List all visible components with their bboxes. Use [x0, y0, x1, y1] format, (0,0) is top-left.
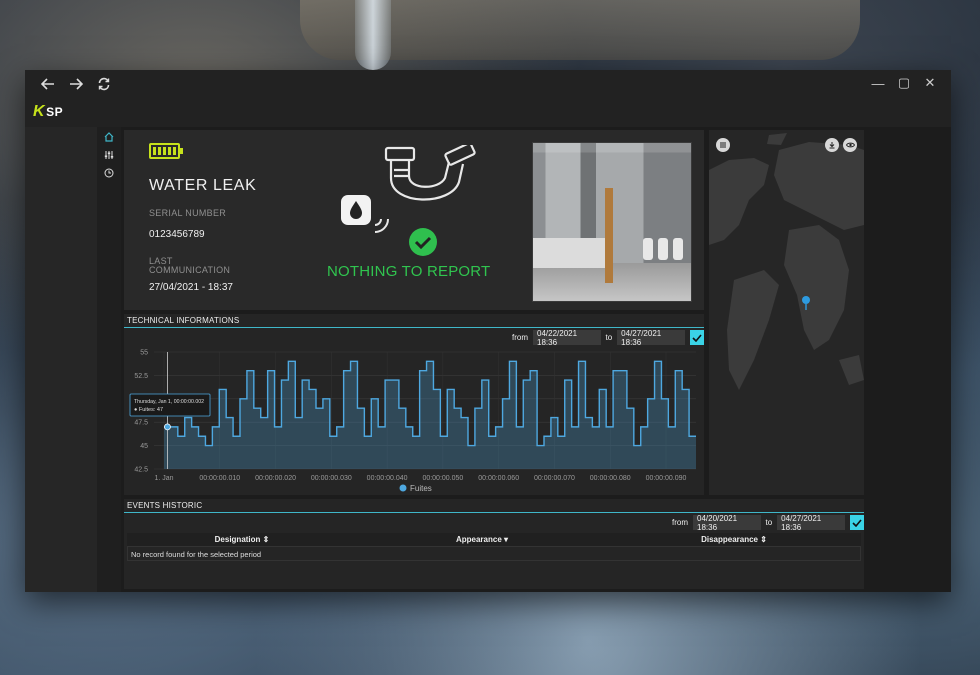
- events-to-label: to: [765, 518, 773, 527]
- leak-chart[interactable]: 42.54547.55052.5551. Jan00:00:00.01000:0…: [124, 348, 704, 495]
- site-photo: [532, 142, 692, 302]
- download-icon: [829, 142, 835, 149]
- x-tick-label: 00:00:00.030: [311, 475, 352, 482]
- logo-text: SP: [46, 105, 64, 119]
- x-tick-label: 00:00:00.080: [590, 475, 631, 482]
- close-button[interactable]: ✕: [921, 74, 939, 92]
- eye-icon: [845, 142, 855, 148]
- menu-icon: [720, 142, 726, 148]
- map-view-button[interactable]: [843, 138, 857, 152]
- events-apply-button[interactable]: [849, 515, 864, 530]
- arrow-right-icon: [70, 78, 83, 90]
- technical-apply-button[interactable]: [689, 330, 704, 345]
- refresh-icon: [98, 77, 110, 91]
- battery-icon: [149, 143, 183, 159]
- y-tick-label: 47.5: [134, 420, 148, 427]
- technical-from-label: from: [512, 333, 528, 342]
- y-tick-label: 42.5: [134, 467, 148, 474]
- x-tick-label: 00:00:00.060: [478, 475, 519, 482]
- logo-k: K: [33, 103, 46, 120]
- pipe-icon: [384, 145, 476, 201]
- minimize-button[interactable]: —: [869, 74, 887, 92]
- back-button[interactable]: [37, 73, 59, 95]
- x-tick-label: 00:00:00.020: [255, 475, 296, 482]
- serial-label: SERIAL NUMBER: [149, 208, 227, 218]
- sliders-icon: [104, 151, 114, 159]
- check-icon: [852, 518, 862, 527]
- map-download-button[interactable]: [825, 138, 839, 152]
- serial-value: 0123456789: [149, 229, 205, 240]
- device-title: WATER LEAK: [149, 177, 257, 194]
- events-from-input[interactable]: 04/20/2021 18:36: [693, 514, 761, 532]
- refresh-button[interactable]: [93, 73, 115, 95]
- column-disappearance[interactable]: Disappearance ⇕: [607, 533, 861, 546]
- location-pin-icon[interactable]: [801, 295, 811, 311]
- technical-panel: TECHNICAL INFORMATIONS from 04/22/2021 1…: [124, 314, 704, 495]
- events-from-label: from: [672, 518, 688, 527]
- sidebar-item-history[interactable]: [97, 165, 121, 181]
- events-to-input[interactable]: 04/27/2021 18:36: [777, 514, 845, 532]
- events-table: Designation ⇕ Appearance ▾ Disappearance…: [127, 533, 861, 561]
- map-menu-button[interactable]: [716, 138, 730, 152]
- title-bar: — ▢ ✕: [25, 70, 951, 98]
- tooltip-value: ● Fuites: 47: [134, 407, 163, 413]
- events-panel: EVENTS HISTORIC from 04/20/2021 18:36 to…: [124, 499, 864, 589]
- events-heading: EVENTS HISTORIC: [124, 499, 864, 513]
- y-tick-label: 55: [140, 350, 148, 357]
- y-tick-label: 45: [140, 443, 148, 450]
- x-tick-label: 1. Jan: [154, 475, 173, 482]
- drop-sensor-icon: [341, 195, 371, 225]
- column-designation[interactable]: Designation ⇕: [127, 533, 357, 546]
- status-text: NOTHING TO REPORT: [327, 263, 491, 280]
- technical-heading: TECHNICAL INFORMATIONS: [124, 314, 704, 328]
- x-tick-label: 00:00:00.050: [422, 475, 463, 482]
- wireless-waves-icon: [374, 218, 389, 233]
- technical-to-label: to: [605, 333, 613, 342]
- forward-button[interactable]: [65, 73, 87, 95]
- pipe-sensor-graphic: [341, 145, 476, 256]
- y-tick-label: 52.5: [134, 373, 148, 380]
- last-comm-label-2: COMMUNICATION: [149, 265, 231, 275]
- events-table-header: Designation ⇕ Appearance ▾ Disappearance…: [127, 533, 861, 546]
- arrow-left-icon: [41, 78, 54, 90]
- clock-icon: [104, 168, 114, 178]
- series-area-fuites: [164, 361, 696, 469]
- home-icon: [104, 132, 114, 142]
- legend-marker-fuites: [399, 484, 407, 492]
- sidebar-nav: [97, 127, 121, 592]
- world-map[interactable]: [709, 130, 864, 495]
- tooltip-title: Thursday, Jan 1, 00:00:00.002: [134, 399, 204, 405]
- left-rail: [25, 127, 97, 592]
- main-content: WATER LEAK SERIAL NUMBER 0123456789 LAST…: [121, 127, 951, 592]
- x-tick-label: 00:00:00.070: [534, 475, 575, 482]
- technical-from-input[interactable]: 04/22/2021 18:36: [533, 329, 601, 347]
- maximize-button[interactable]: ▢: [895, 74, 913, 92]
- check-circle-icon: [409, 228, 437, 256]
- x-tick-label: 00:00:00.010: [199, 475, 240, 482]
- last-comm-value: 27/04/2021 - 18:37: [149, 282, 233, 293]
- device-panel: WATER LEAK SERIAL NUMBER 0123456789 LAST…: [124, 130, 704, 310]
- x-tick-label: 00:00:00.040: [367, 475, 408, 482]
- x-tick-label: 00:00:00.090: [646, 475, 687, 482]
- sidebar-item-home[interactable]: [97, 129, 121, 145]
- background-water-stream: [355, 0, 391, 70]
- ksp-logo: K SP: [33, 100, 63, 124]
- events-empty-message: No record found for the selected period: [127, 546, 861, 561]
- check-icon: [692, 333, 702, 342]
- column-appearance[interactable]: Appearance ▾: [357, 533, 607, 546]
- map-graphic: [709, 130, 864, 495]
- hover-point: [164, 423, 171, 431]
- technical-range-bar: from 04/22/2021 18:36 to 04/27/2021 18:3…: [512, 329, 704, 347]
- sidebar-item-settings[interactable]: [97, 147, 121, 163]
- events-range-bar: from 04/20/2021 18:36 to 04/27/2021 18:3…: [672, 514, 864, 532]
- technical-to-input[interactable]: 04/27/2021 18:36: [617, 329, 685, 347]
- legend-label-fuites: Fuites: [410, 484, 432, 493]
- app-window: — ▢ ✕ K SP WATER LEAK SERIAL NUMBER 0123…: [25, 70, 951, 592]
